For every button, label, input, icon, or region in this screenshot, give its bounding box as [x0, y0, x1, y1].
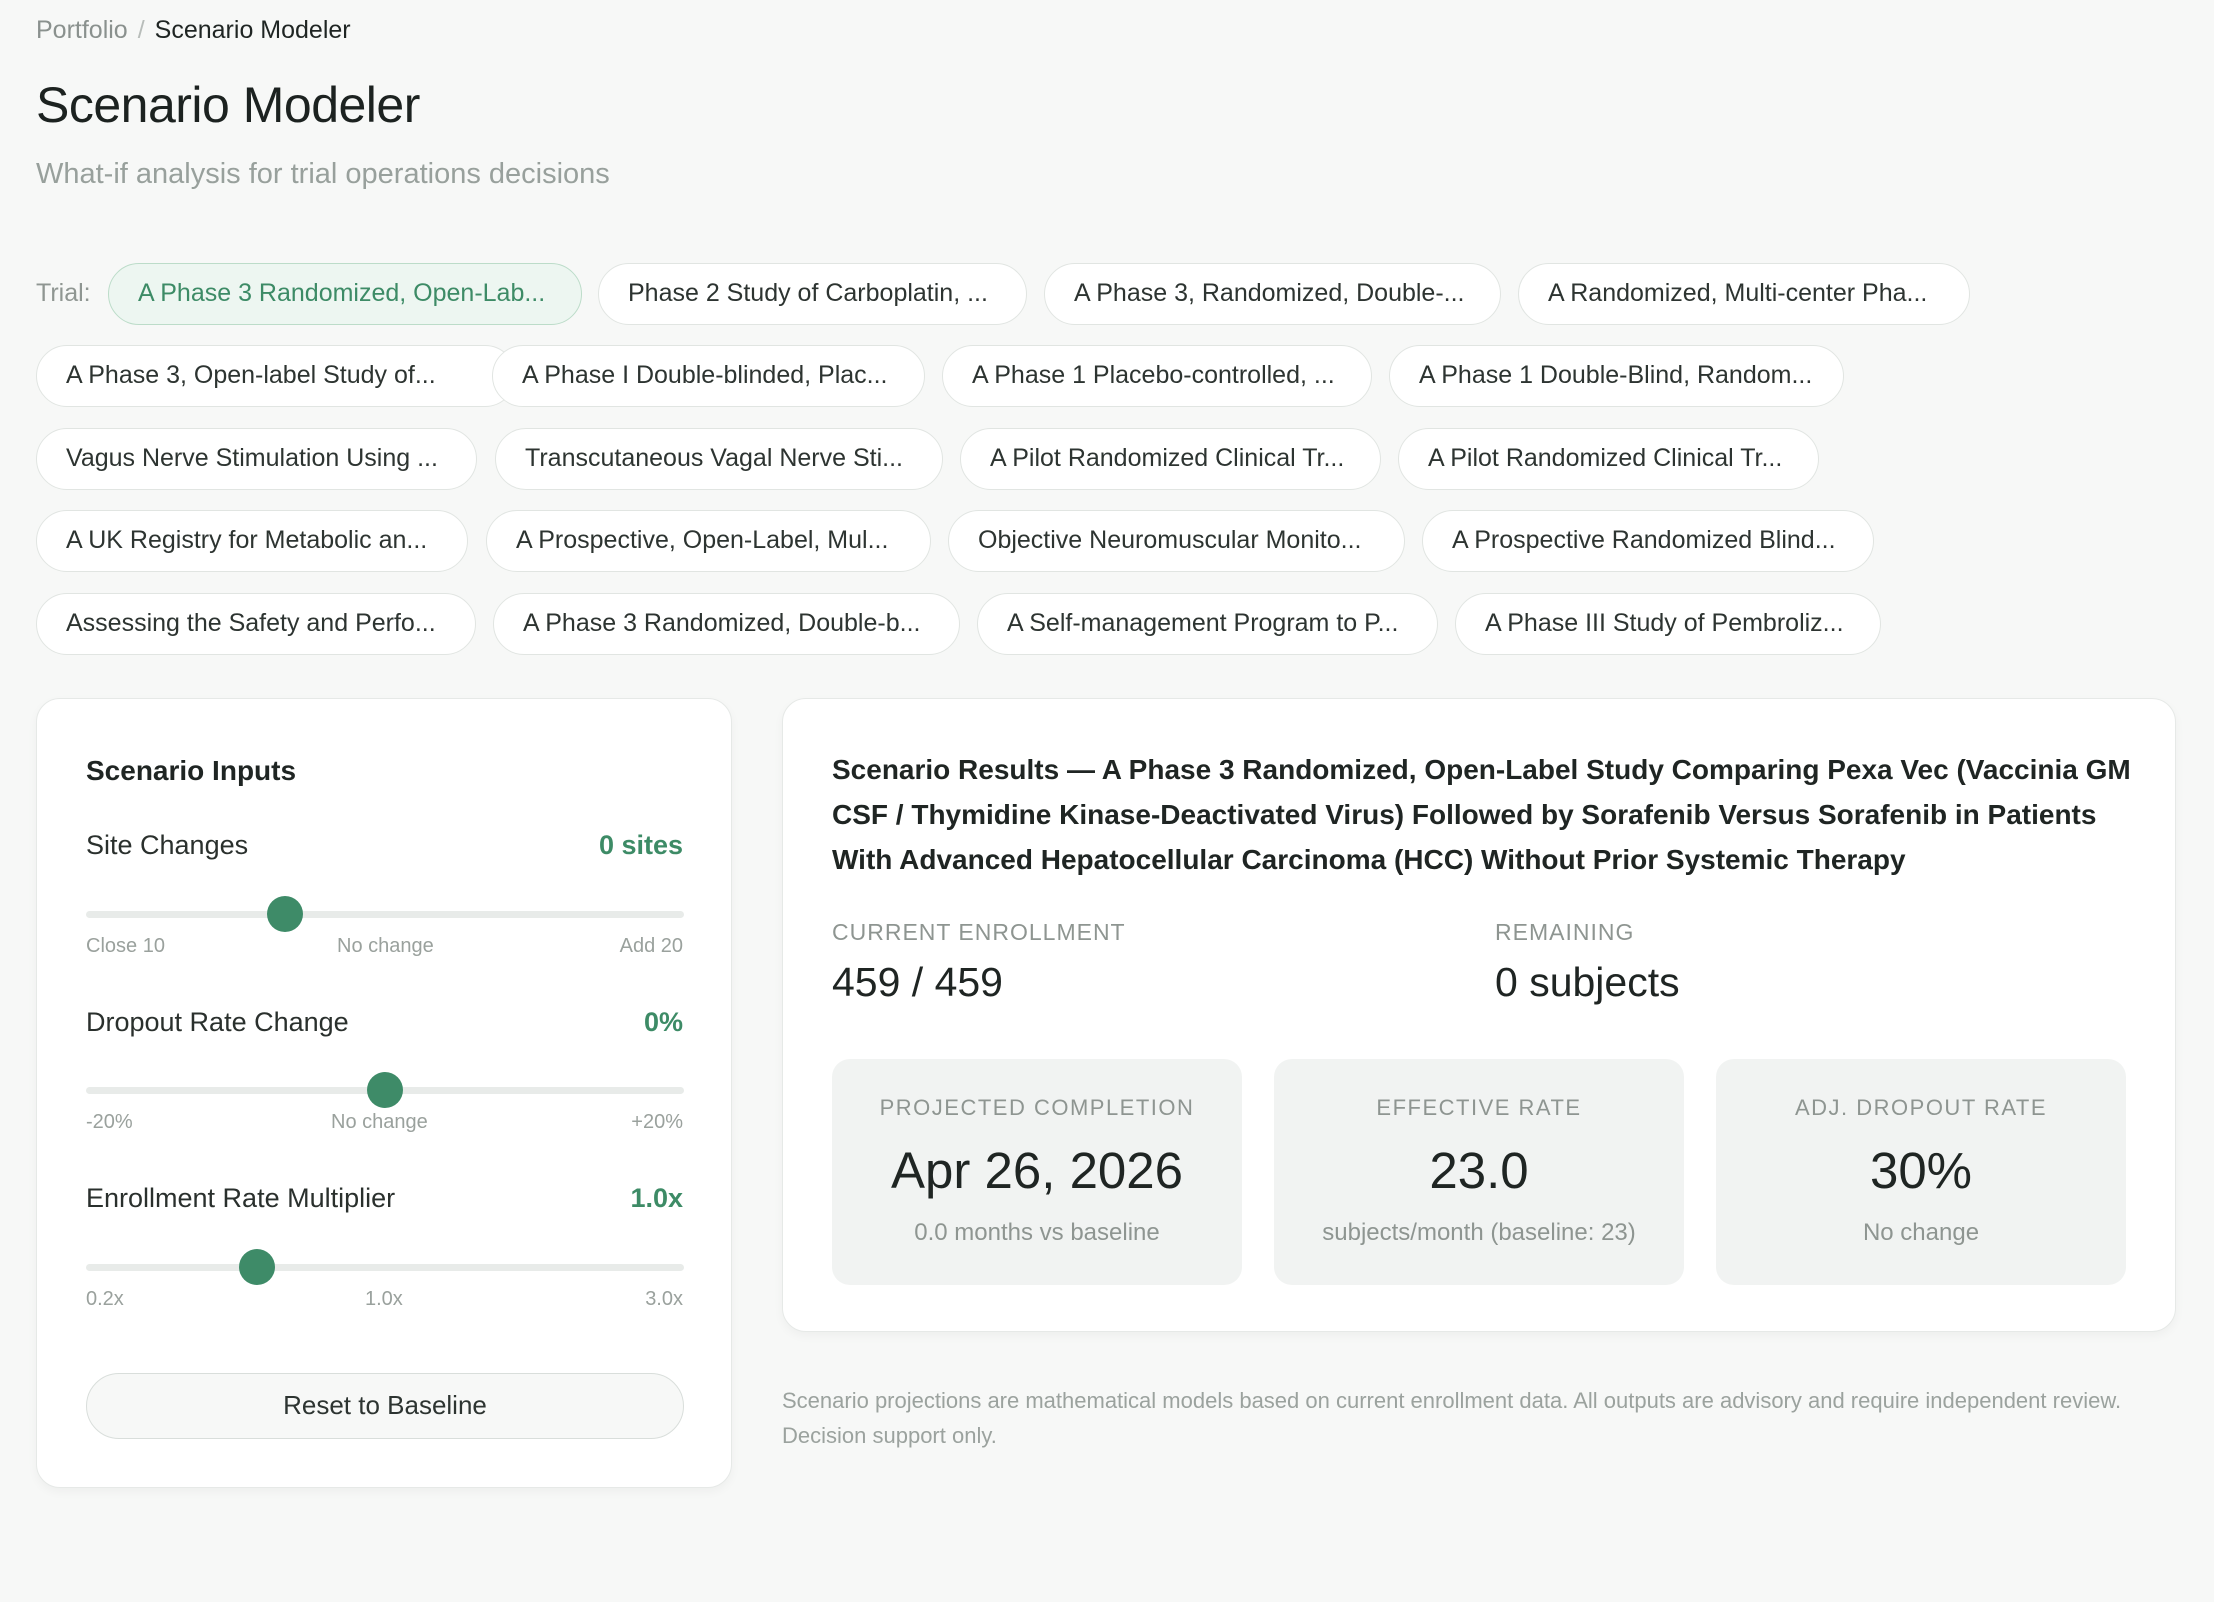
site-changes-max-label: Add 20: [619, 935, 683, 957]
trial-selector-label: Trial:: [36, 279, 91, 307]
enrollment-multiplier-value: 1.0x: [630, 1183, 683, 1213]
trial-chip[interactable]: A Phase 1 Double-Blind, Random...: [1389, 345, 1844, 407]
kpi-label: EFFECTIVE RATE: [1376, 1095, 1582, 1120]
dropout-rate-label: Dropout Rate Change: [86, 1007, 349, 1037]
breadcrumb: Portfolio / Scenario Modeler: [36, 16, 351, 45]
trial-chip[interactable]: A Phase 1 Placebo-controlled, ...: [942, 345, 1372, 407]
dropout-rate-mid-label: No change: [331, 1111, 428, 1133]
trial-chip[interactable]: Objective Neuromuscular Monito...: [948, 510, 1405, 572]
trial-chip[interactable]: A Pilot Randomized Clinical Tr...: [960, 428, 1381, 490]
breadcrumb-current: Scenario Modeler: [154, 16, 351, 44]
site-changes-mid-label: No change: [337, 935, 434, 957]
trial-chip[interactable]: A Phase I Double-blinded, Plac...: [492, 345, 925, 407]
dropout-rate-max-label: +20%: [631, 1111, 683, 1133]
trial-chip[interactable]: Assessing the Safety and Perfo...: [36, 593, 476, 655]
trial-chip[interactable]: A Prospective Randomized Blind...: [1422, 510, 1874, 572]
enrollment-multiplier-mid-label: 1.0x: [365, 1288, 403, 1310]
enrollment-multiplier-slider-thumb[interactable]: [238, 1249, 275, 1285]
page-title: Scenario Modeler: [36, 77, 420, 133]
site-changes-slider-thumb[interactable]: [267, 896, 304, 932]
enrollment-multiplier-max-label: 3.0x: [645, 1288, 683, 1310]
adj-dropout-rate-tile: ADJ. DROPOUT RATE 30% No change: [1716, 1059, 2126, 1285]
enrollment-multiplier-label: Enrollment Rate Multiplier: [86, 1183, 396, 1213]
trial-chip[interactable]: Phase 2 Study of Carboplatin, ...: [598, 263, 1027, 325]
breadcrumb-portfolio-link[interactable]: Portfolio: [36, 16, 128, 44]
kpi-value: Apr 26, 2026: [890, 1142, 1184, 1199]
trial-chip[interactable]: A Phase III Study of Pembroliz...: [1455, 593, 1881, 655]
enrollment-multiplier-min-label: 0.2x: [86, 1288, 124, 1310]
effective-rate-tile: EFFECTIVE RATE 23.0 subjects/month (base…: [1274, 1059, 1684, 1285]
trial-chip[interactable]: A Randomized, Multi-center Pha...: [1518, 263, 1970, 325]
trial-chip[interactable]: A Phase 3, Randomized, Double-...: [1044, 263, 1501, 325]
site-changes-slider[interactable]: [86, 896, 684, 932]
dropout-rate-min-label: -20%: [86, 1111, 133, 1133]
trial-chip[interactable]: A Phase 3 Randomized, Double-b...: [493, 593, 960, 655]
dropout-rate-slider[interactable]: [86, 1072, 684, 1108]
kpi-subtext: No change: [1862, 1219, 1980, 1246]
trial-chip[interactable]: A Prospective, Open-Label, Mul...: [486, 510, 931, 572]
trial-chip[interactable]: Transcutaneous Vagal Nerve Sti...: [495, 428, 943, 490]
trial-chip[interactable]: A Pilot Randomized Clinical Tr...: [1398, 428, 1819, 490]
kpi-value: 30%: [1869, 1142, 1973, 1199]
kpi-subtext: 0.0 months vs baseline: [914, 1219, 1160, 1246]
projected-completion-tile: PROJECTED COMPLETION Apr 26, 2026 0.0 mo…: [832, 1059, 1242, 1285]
trial-chip[interactable]: Vagus Nerve Stimulation Using ...: [36, 428, 477, 490]
reset-to-baseline-button[interactable]: Reset to Baseline: [86, 1373, 684, 1439]
trial-chip[interactable]: A Self-management Program to P...: [977, 593, 1438, 655]
trial-chip[interactable]: A Phase 3, Open-label Study of...: [36, 345, 516, 407]
kpi-label: ADJ. DROPOUT RATE: [1794, 1095, 2048, 1120]
scenario-results-title: Scenario Results — A Phase 3 Randomized,…: [832, 754, 2131, 875]
dropout-rate-slider-thumb[interactable]: [367, 1072, 403, 1108]
kpi-label: PROJECTED COMPLETION: [879, 1095, 1195, 1120]
dropout-rate-value: 0%: [643, 1007, 683, 1037]
site-changes-value: 0 sites: [598, 830, 683, 860]
kpi-value: 23.0: [1429, 1142, 1529, 1199]
scenario-results-card: Scenario Results — A Phase 3 Randomized,…: [782, 698, 2176, 1332]
scenario-inputs-title: Scenario Inputs: [86, 755, 297, 786]
enrollment-multiplier-slider[interactable]: [86, 1249, 684, 1285]
breadcrumb-separator: /: [137, 16, 145, 44]
remaining-value: 0 subjects: [1495, 959, 1680, 1005]
trial-chip[interactable]: A Phase 3 Randomized, Open-Lab...: [108, 263, 582, 325]
site-changes-label: Site Changes: [86, 830, 249, 860]
disclaimer-text: Scenario projections are mathematical mo…: [782, 1388, 2122, 1448]
remaining-label: REMAINING: [1495, 919, 1635, 945]
kpi-subtext: subjects/month (baseline: 23): [1322, 1219, 1636, 1246]
site-changes-min-label: Close 10: [86, 935, 165, 957]
page-subtitle: What-if analysis for trial operations de…: [36, 158, 610, 190]
current-enrollment-value: 459 / 459: [832, 959, 1003, 1005]
current-enrollment-label: CURRENT ENROLLMENT: [832, 919, 1126, 945]
scenario-modeler-page: Portfolio / Scenario Modeler Scenario Mode…: [0, 0, 2214, 1602]
scenario-inputs-card: Scenario Inputs Site Changes 0 sites Clo…: [36, 698, 732, 1488]
trial-chip[interactable]: A UK Registry for Metabolic an...: [36, 510, 468, 572]
